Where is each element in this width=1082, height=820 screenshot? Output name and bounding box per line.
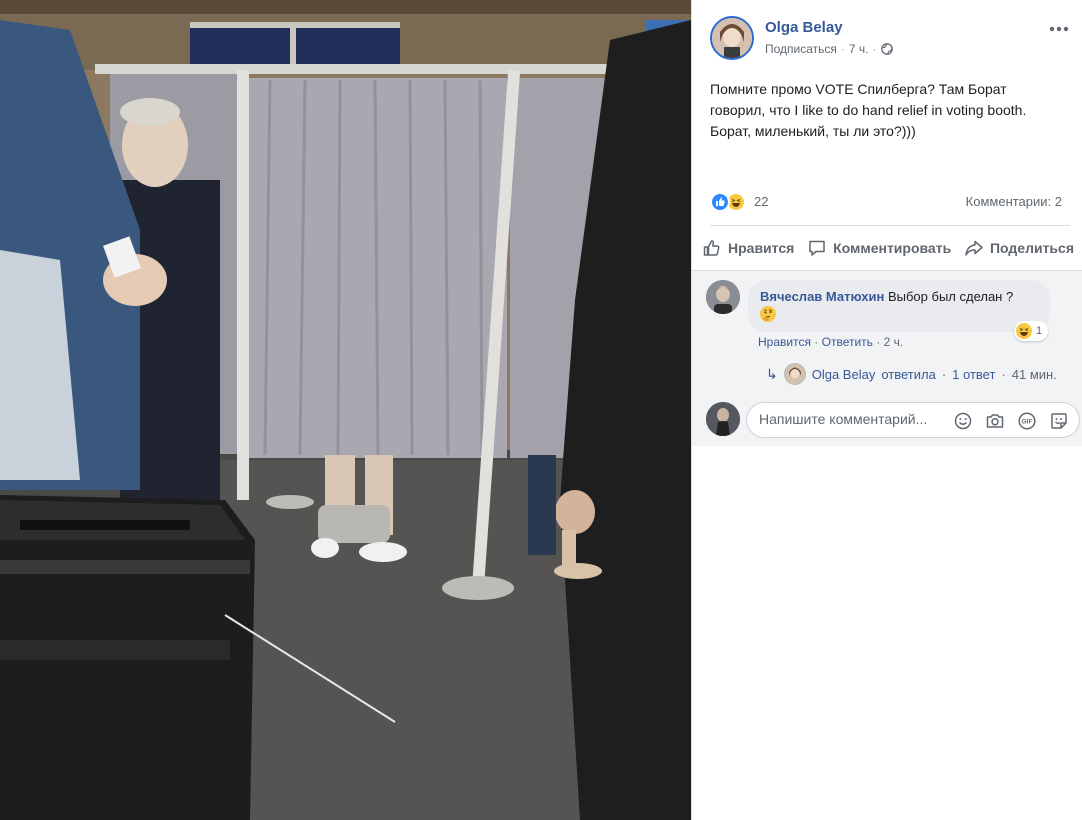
commenter-name[interactable]: Вячеслав Матюхин bbox=[760, 289, 884, 304]
post-meta: Подписаться · 7 ч. · bbox=[765, 42, 893, 56]
reaction-count[interactable]: 22 bbox=[754, 194, 768, 209]
globe-icon bbox=[880, 43, 893, 55]
comment-button[interactable]: Комментировать bbox=[807, 238, 951, 258]
more-options-icon[interactable] bbox=[1048, 22, 1070, 36]
commenter-avatar-image bbox=[706, 280, 740, 314]
comment-label: Комментировать bbox=[833, 240, 952, 256]
photo-illustration bbox=[0, 0, 691, 820]
reply-verb: ответила bbox=[881, 366, 936, 382]
comments-count-link[interactable]: Комментарии: 2 bbox=[966, 194, 1062, 209]
author-avatar-image bbox=[712, 18, 752, 58]
separator: · bbox=[876, 335, 884, 349]
comments-section: Вячеслав Матюхин Выбор был сделан ? 1 Нр… bbox=[692, 271, 1082, 446]
current-user-avatar-image bbox=[706, 402, 740, 436]
replies-summary[interactable]: ↳ Olga Belay ответила · 1 ответ · 41 мин… bbox=[766, 363, 1057, 385]
reply-arrow-icon: ↳ bbox=[766, 365, 778, 382]
separator: · bbox=[1001, 366, 1006, 382]
like-button[interactable]: Нравится bbox=[702, 238, 794, 258]
reaction-icons[interactable] bbox=[710, 192, 746, 212]
separator: · bbox=[941, 366, 947, 382]
author-avatar[interactable] bbox=[710, 16, 754, 60]
comment-composer: GIF bbox=[746, 402, 1080, 438]
reply-time: 41 мин. bbox=[1011, 366, 1057, 382]
comment-input[interactable] bbox=[759, 411, 949, 427]
like-icon bbox=[710, 192, 730, 212]
haha-icon bbox=[1016, 323, 1032, 339]
action-bar: Нравится Комментировать Поделиться bbox=[702, 234, 1074, 262]
thinking-face-icon bbox=[760, 306, 776, 322]
divider bbox=[710, 225, 1070, 226]
post-text: Помните промо VOTE Спилберга? Там Борат … bbox=[710, 79, 1065, 142]
comment-icon bbox=[809, 240, 825, 256]
comment-reaction-count: 1 bbox=[1036, 325, 1043, 337]
post-panel: Olga Belay Подписаться · 7 ч. · Помните … bbox=[691, 0, 1082, 820]
post-text-line: Борат, миленький, ты ли это?))) bbox=[710, 123, 916, 139]
current-user-avatar bbox=[706, 402, 740, 436]
meta-separator: · bbox=[872, 42, 877, 56]
camera-icon[interactable] bbox=[985, 411, 1005, 431]
comment-reply-link[interactable]: Ответить bbox=[822, 335, 873, 349]
share-label: Поделиться bbox=[989, 240, 1074, 256]
post-photo[interactable] bbox=[0, 0, 691, 820]
subscribe-link[interactable]: Подписаться bbox=[765, 42, 837, 56]
comment-like-link[interactable]: Нравится bbox=[758, 335, 811, 349]
gif-icon[interactable]: GIF bbox=[1017, 411, 1037, 431]
reactions-bar: 22 Комментарии: 2 bbox=[710, 192, 1070, 212]
post-time[interactable]: 7 ч. bbox=[849, 42, 869, 56]
svg-text:GIF: GIF bbox=[1022, 419, 1033, 426]
thumbs-up-icon bbox=[703, 240, 720, 256]
commenter-avatar[interactable] bbox=[706, 280, 740, 314]
emoji-icon[interactable] bbox=[953, 411, 973, 431]
share-icon bbox=[965, 240, 983, 256]
comment-time[interactable]: 2 ч. bbox=[884, 335, 904, 349]
like-label: Нравится bbox=[728, 240, 795, 256]
reply-count: 1 ответ bbox=[952, 366, 996, 382]
meta-separator: · bbox=[840, 42, 845, 56]
post-text-line: Помните промо VOTE Спилберга? Там Борат bbox=[710, 81, 1007, 97]
comment-bubble: Вячеслав Матюхин Выбор был сделан ? bbox=[748, 280, 1050, 332]
comment-actions: Нравится · Ответить · 2 ч. bbox=[758, 335, 903, 349]
share-button[interactable]: Поделиться bbox=[964, 238, 1074, 258]
composer-icons: GIF bbox=[953, 411, 1069, 431]
reply-author-avatar bbox=[783, 363, 806, 385]
reply-author-name: Olga Belay bbox=[811, 366, 876, 382]
post-header: Olga Belay Подписаться · 7 ч. · bbox=[710, 16, 1070, 62]
comment-text: Выбор был сделан ? bbox=[887, 289, 1014, 304]
comment-reaction-badge[interactable]: 1 bbox=[1014, 321, 1049, 341]
author-name[interactable]: Olga Belay bbox=[765, 19, 843, 36]
sticker-icon[interactable] bbox=[1049, 411, 1069, 431]
separator: · bbox=[814, 335, 822, 349]
post-text-line: говорил, что I like to do hand relief in… bbox=[710, 102, 1027, 118]
